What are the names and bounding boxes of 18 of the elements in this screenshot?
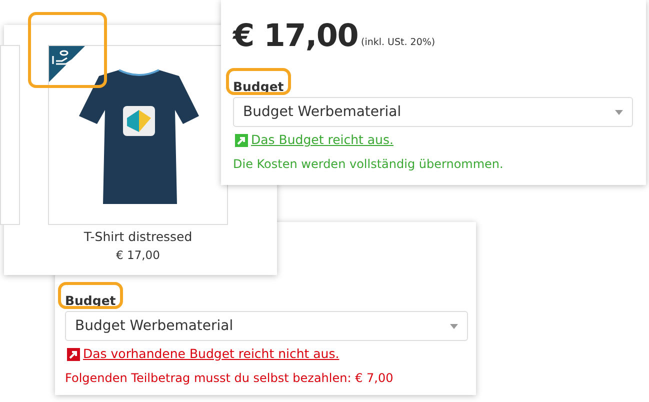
dropdown-caret-icon (615, 110, 623, 114)
budget-label: Budget (233, 79, 284, 94)
product-tile[interactable] (0, 45, 20, 225)
budget-label: Budget (65, 293, 116, 308)
budget-message: Die Kosten werden vollständig übernommen. (233, 156, 504, 173)
budget-status-link[interactable]: Das vorhandene Budget reicht nicht aus. (83, 345, 340, 364)
badge-icon (49, 46, 85, 82)
product-name[interactable]: T-Shirt distressed (48, 228, 228, 247)
product-tile[interactable] (48, 45, 228, 225)
budget-select[interactable]: Budget Werbematerial (233, 97, 633, 127)
arrow-icon (235, 134, 248, 147)
price: € 17,00 (233, 21, 358, 52)
dropdown-caret-icon (450, 324, 458, 328)
product-price: € 17,00 (115, 247, 161, 264)
tax-note: (inkl. USt. 20%) (361, 36, 436, 50)
arrow-icon (67, 348, 80, 361)
budget-select[interactable]: Budget Werbematerial (65, 311, 468, 341)
budget-message: Folgenden Teilbetrag musst du selbst bezahlen: € 7,00 (65, 370, 394, 387)
